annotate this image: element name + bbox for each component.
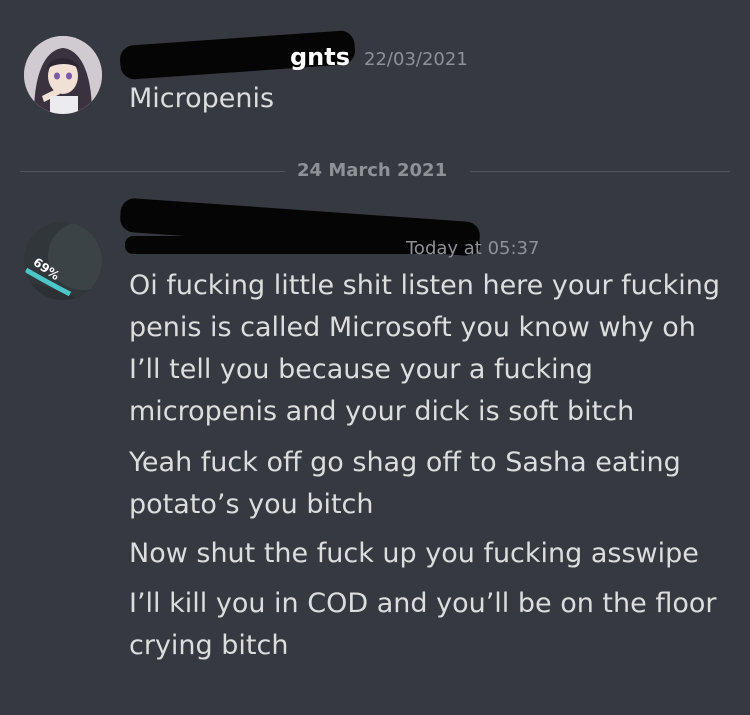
message-header: Today at 05:37 (392, 232, 539, 260)
message-line: Oi fucking little shit listen here your … (129, 270, 721, 301)
message-line: Yeah fuck off go shag off to Sasha eatin… (129, 447, 681, 478)
date-divider-label: 24 March 2021 (297, 160, 448, 181)
message-header: gnts 22/03/2021 (290, 43, 468, 71)
message-line: I’ll tell you because your a fucking (129, 354, 593, 385)
timestamp: Today at 05:37 (406, 238, 540, 259)
avatar[interactable]: 69% (24, 222, 102, 300)
chat-log: gnts 22/03/2021 Micropenis 24 March 2021 … (0, 0, 750, 715)
anime-girl-avatar-icon (24, 36, 102, 114)
message-line: Now shut the fuck up you fucking asswipe (129, 538, 699, 569)
message-line: potato’s you bitch (129, 489, 374, 520)
message-line: I’ll kill you in COD and you’ll be on th… (129, 588, 717, 619)
message-line: crying bitch (129, 630, 289, 661)
message-line: Micropenis (129, 83, 275, 114)
avatar[interactable] (24, 36, 102, 114)
username[interactable]: gnts (290, 43, 350, 71)
message-line: micropenis and your dick is soft bitch (129, 396, 635, 427)
message-line: penis is called Microsoft you know why o… (129, 312, 696, 343)
divider-left (20, 171, 285, 172)
divider-right (470, 171, 730, 172)
timestamp: 22/03/2021 (364, 49, 468, 70)
